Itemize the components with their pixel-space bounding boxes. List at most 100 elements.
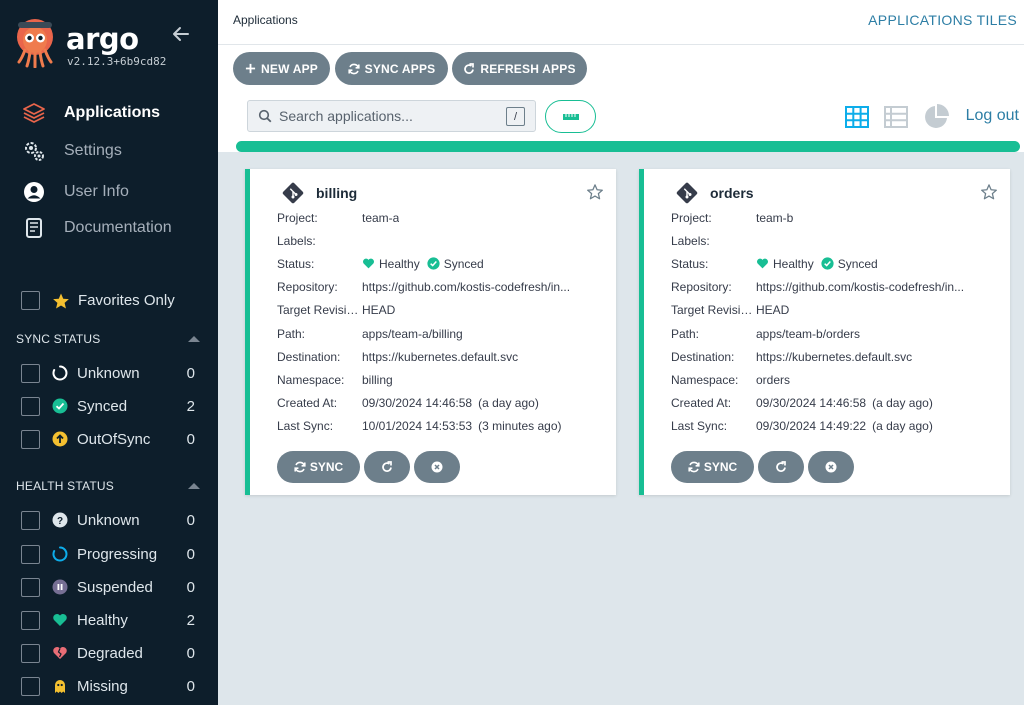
sync-apps-button[interactable]: SYNC APPS [335,52,448,85]
view-title: APPLICATIONS TILES [868,12,1017,28]
nav-settings[interactable]: Settings [22,138,122,164]
times-circle-icon [825,461,837,473]
layers-icon [22,101,46,125]
filter-count: 0 [186,511,195,529]
card-actions: SYNC [671,451,858,483]
namespace-value: orders [756,372,791,387]
target-revision-value: HEAD [362,303,396,318]
filter-label: Unknown [77,511,140,529]
tiles-view-icon[interactable] [845,106,869,128]
app-delete-button[interactable] [808,451,854,483]
app-name[interactable]: orders [710,185,754,201]
app-card[interactable]: orders Project: team-b Labels: Status: Health… [639,169,1010,495]
search-box: / [247,100,536,132]
list-view-icon[interactable] [884,106,908,128]
field-row-status: Status: Healthy Synced [671,252,1001,275]
collapse-caret-icon[interactable] [188,483,200,489]
filter-checkbox[interactable] [21,510,40,530]
filter-health-progressing[interactable]: Progressing 0 [21,543,195,565]
filter-checkbox[interactable] [21,577,40,597]
filter-checkbox[interactable] [21,363,40,383]
collapse-sidebar-arrow-icon[interactable] [171,24,191,44]
filter-health-degraded[interactable]: Degraded 0 [21,642,195,664]
collapse-caret-icon[interactable] [188,336,200,342]
field-row-namespace: Namespace: orders [671,368,1001,391]
filter-ruler-icon [562,113,579,120]
health-status-header: HEALTH STATUS [16,479,202,493]
field-value: HEAD [362,303,607,317]
nav-applications[interactable]: Applications [22,100,160,126]
filter-sync-outofsync[interactable]: OutOfSync 0 [21,428,195,450]
app-refresh-button[interactable] [364,451,410,483]
filter-health-healthy[interactable]: Healthy 2 [21,609,195,631]
filter-label: Degraded [77,644,143,662]
sync-apps-label: SYNC APPS [364,61,436,76]
user-circle-icon [22,180,46,204]
field-value: orders [756,373,1001,387]
nav-label: Applications [64,104,161,121]
favorite-star-icon[interactable] [586,183,604,201]
filter-checkbox[interactable] [21,643,40,663]
sync-progress-bar [236,141,1020,152]
card-actions: SYNC [277,451,464,483]
page-title: Applications [233,13,298,27]
app-refresh-button[interactable] [758,451,804,483]
arrow-up-circle-icon [52,431,68,447]
field-label: Labels: [671,233,710,248]
filter-checkbox[interactable] [21,676,40,696]
filter-health-suspended[interactable]: Suspended 0 [21,576,195,598]
app-sync-label: SYNC [309,460,344,474]
toolbar: NEW APP SYNC APPS REFRESH APPS / Log out [218,45,1024,152]
namespace-value: billing [362,372,393,387]
app-sync-button[interactable]: SYNC [277,451,360,483]
refresh-apps-label: REFRESH APPS [480,61,576,76]
svg-text:?: ? [57,516,63,527]
filter-checkbox[interactable] [21,610,40,630]
filter-health-unknown[interactable]: ? Unknown 0 [21,509,195,531]
check-circle-icon [427,257,440,271]
field-row-repository: Repository: https://github.com/kostis-cod… [277,276,607,299]
search-input[interactable] [279,108,499,124]
created-at-value: 09/30/2024 14:46:58 [756,396,867,411]
field-label: Created At: [671,396,732,411]
app-sync-button[interactable]: SYNC [671,451,754,483]
filter-label: Progressing [77,545,158,563]
app-details: Project: team-a Labels: Status: Healthy Synce… [277,206,607,438]
filter-count: 0 [186,578,195,596]
field-row-status: Status: Healthy Synced [277,252,607,275]
filter-sync-unknown[interactable]: Unknown 0 [21,362,195,384]
nav-documentation[interactable]: Documentation [22,215,172,241]
app-delete-button[interactable] [414,451,460,483]
field-row-labels: Labels: [277,229,607,252]
field-value: 09/30/2024 14:46:58 (a day ago) [756,396,1001,410]
new-app-button[interactable]: NEW APP [233,52,330,85]
filter-checkbox[interactable] [21,544,40,564]
path-value: apps/team-a/billing [362,326,463,341]
filter-toggle-button[interactable] [545,100,596,133]
book-icon [22,216,46,240]
pause-circle-icon [52,579,68,595]
heart-icon [52,612,68,628]
logout-link[interactable]: Log out [966,107,1019,125]
app-card[interactable]: billing Project: team-a Labels: Status: Healt… [245,169,616,495]
refresh-icon [464,62,475,74]
filter-checkbox[interactable] [21,396,40,416]
field-value: 09/30/2024 14:46:58 (a day ago) [362,396,607,410]
filter-health-missing[interactable]: Missing 0 [21,675,195,697]
favorites-filter[interactable]: Favorites Only [21,291,175,310]
favorites-checkbox[interactable] [21,291,40,310]
refresh-apps-button[interactable]: REFRESH APPS [452,52,587,85]
pie-view-icon[interactable] [923,104,949,130]
filter-sync-synced[interactable]: Synced 2 [21,395,195,417]
version-label: v2.12.3+6b9cd82 [67,55,167,68]
last-sync-relative: (a day ago) [872,419,933,434]
app-name[interactable]: billing [316,185,357,201]
field-label: Path: [277,326,306,341]
refresh-icon [776,461,786,472]
filter-label: Suspended [77,578,153,596]
nav-user-info[interactable]: User Info [22,179,129,205]
filter-checkbox[interactable] [21,429,40,449]
field-label: Path: [671,326,700,341]
favorite-star-icon[interactable] [980,183,998,201]
sync-icon [348,63,360,74]
